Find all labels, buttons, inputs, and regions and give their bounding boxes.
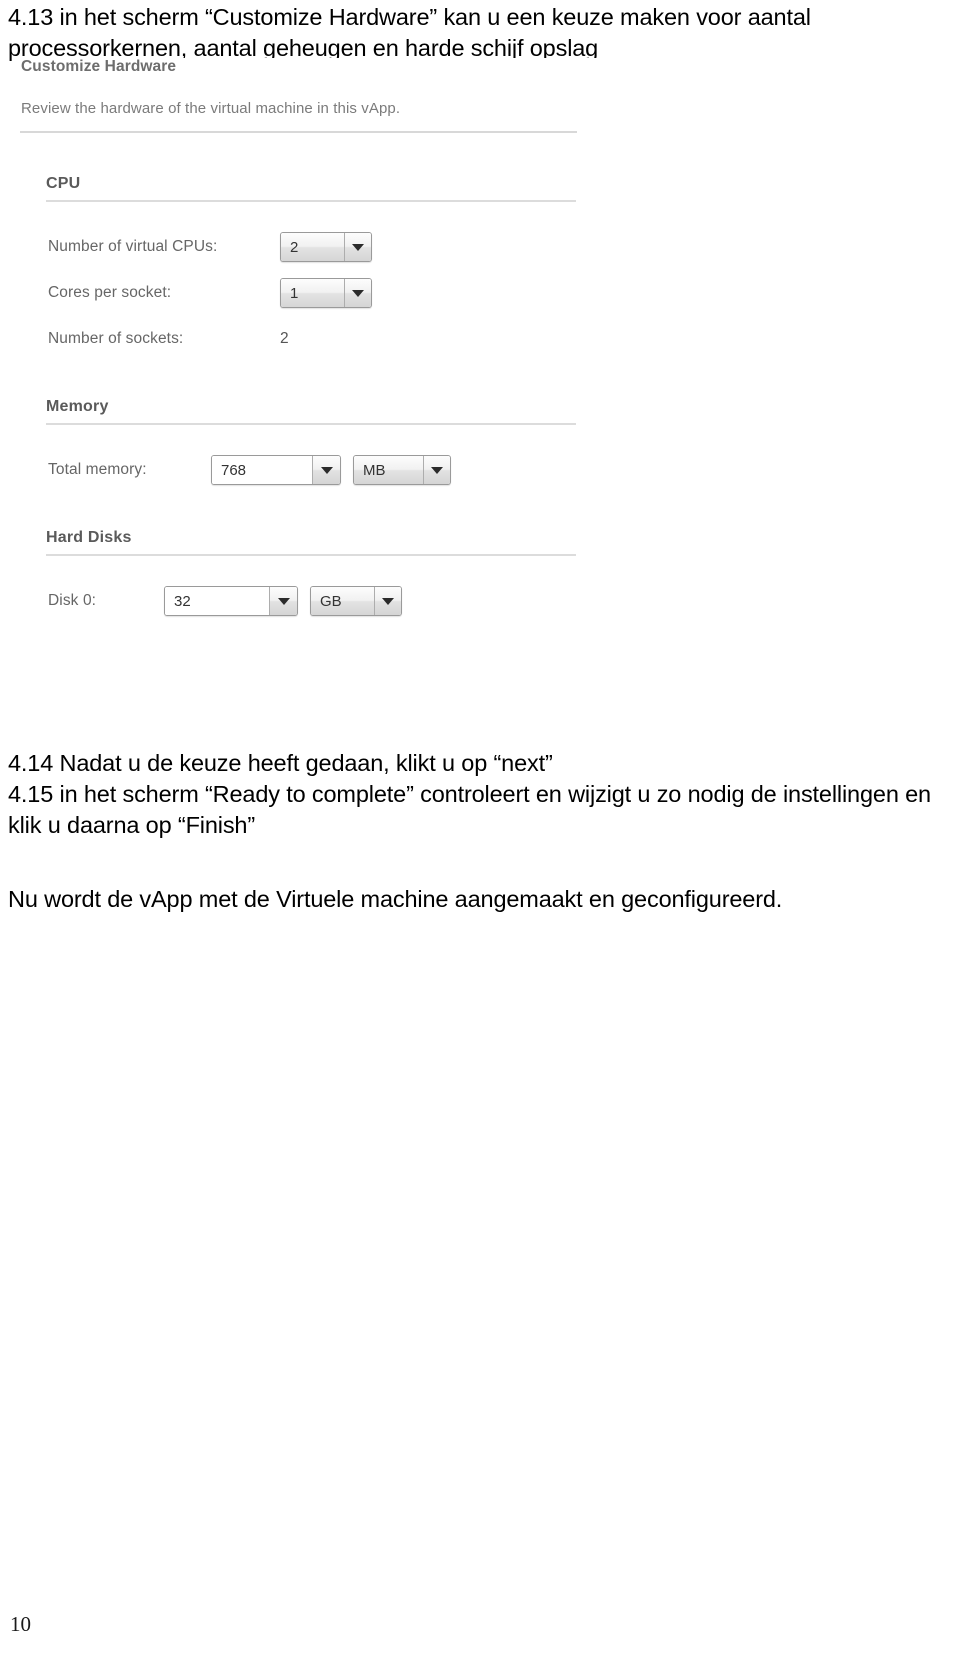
- closing-paragraph: Nu wordt de vApp met de Virtuele machine…: [8, 886, 783, 912]
- combobox-value-total-memory[interactable]: 768: [212, 456, 313, 484]
- row-disk-0: Disk 0: 32 GB: [48, 584, 598, 618]
- label-number-of-sockets: Number of sockets:: [48, 330, 184, 347]
- dropdown-value-disk-0-unit: GB: [311, 587, 374, 615]
- dropdown-number-of-virtual-cpus[interactable]: 2: [280, 232, 372, 262]
- steps-paragraph: 4.14 Nadat u de keuze heeft gedaan, klik…: [8, 750, 931, 838]
- label-number-of-virtual-cpus: Number of virtual CPUs:: [48, 238, 218, 255]
- document-page: 4.13 in het scherm “Customize Hardware” …: [0, 0, 960, 1659]
- screenshot-title: Customize Hardware: [21, 58, 177, 75]
- dropdown-disk-0-unit[interactable]: GB: [310, 586, 402, 616]
- customize-hardware-screenshot: Customize Hardware Review the hardware o…: [18, 58, 598, 630]
- section-heading-memory: Memory: [46, 398, 109, 415]
- combobox-total-memory[interactable]: 768: [211, 455, 341, 485]
- chevron-down-icon[interactable]: [422, 456, 450, 484]
- section-divider-cpu: [46, 200, 576, 202]
- dropdown-value-number-of-virtual-cpus: 2: [281, 233, 344, 261]
- page-number: 10: [10, 1612, 31, 1636]
- memory-rows: Total memory: 768 MB: [48, 453, 598, 487]
- chevron-down-icon[interactable]: [312, 456, 340, 484]
- header-divider: [20, 131, 577, 133]
- cpu-rows: Number of virtual CPUs: 2 Cores per sock…: [48, 230, 598, 356]
- combobox-disk-0-size[interactable]: 32: [164, 586, 298, 616]
- dropdown-memory-unit[interactable]: MB: [353, 455, 451, 485]
- chevron-down-icon[interactable]: [343, 233, 371, 261]
- label-total-memory: Total memory:: [48, 461, 147, 478]
- row-number-of-sockets: Number of sockets: 2: [48, 322, 598, 356]
- intro-paragraph: 4.13 in het scherm “Customize Hardware” …: [8, 4, 818, 61]
- label-disk-0: Disk 0:: [48, 592, 97, 609]
- section-heading-hard-disks: Hard Disks: [46, 529, 132, 546]
- section-hard-disks: Hard Disks Disk 0: 32 GB: [18, 529, 598, 618]
- hard-disk-rows: Disk 0: 32 GB: [48, 584, 598, 618]
- chevron-down-icon[interactable]: [269, 587, 297, 615]
- row-total-memory: Total memory: 768 MB: [48, 453, 598, 487]
- label-cores-per-socket: Cores per socket:: [48, 284, 172, 301]
- chevron-down-icon[interactable]: [343, 279, 371, 307]
- section-divider-memory: [46, 423, 576, 425]
- value-number-of-sockets: 2: [280, 330, 289, 347]
- chevron-down-icon[interactable]: [373, 587, 401, 615]
- dropdown-value-cores-per-socket: 1: [281, 279, 344, 307]
- combobox-value-disk-0-size[interactable]: 32: [165, 587, 270, 615]
- dropdown-cores-per-socket[interactable]: 1: [280, 278, 372, 308]
- section-memory: Memory Total memory: 768 MB: [18, 398, 598, 487]
- row-cores-per-socket: Cores per socket: 1: [48, 276, 598, 310]
- row-number-of-virtual-cpus: Number of virtual CPUs: 2: [48, 230, 598, 264]
- dropdown-value-memory-unit: MB: [354, 456, 423, 484]
- section-cpu: CPU Number of virtual CPUs: 2 Cores per …: [18, 175, 598, 356]
- screenshot-subtitle: Review the hardware of the virtual machi…: [21, 100, 401, 117]
- section-divider-hard-disks: [46, 554, 576, 556]
- section-heading-cpu: CPU: [46, 175, 81, 192]
